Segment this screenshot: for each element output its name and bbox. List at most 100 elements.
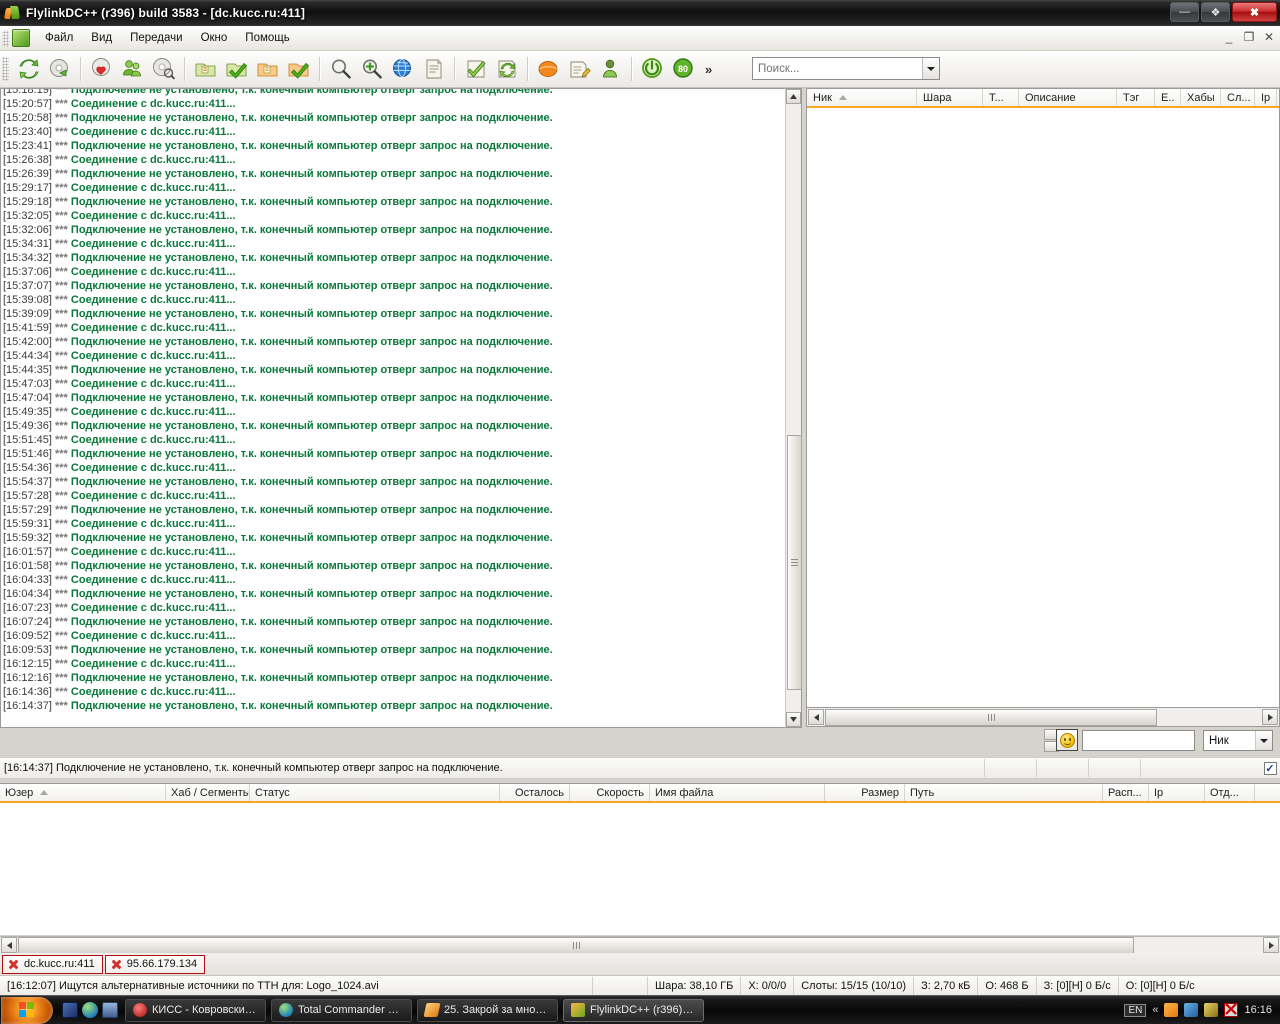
chat-stars: ***: [51, 196, 71, 208]
restore-button[interactable]: ❖: [1201, 2, 1230, 22]
sort-ascending-icon: [838, 95, 847, 100]
chat-stars: ***: [51, 294, 71, 306]
scroll-left-button[interactable]: [1, 937, 17, 953]
recent-hubs-button[interactable]: [148, 54, 179, 85]
reconnect-button[interactable]: [13, 54, 44, 85]
system-log-button[interactable]: [564, 54, 595, 85]
limiter-button[interactable]: [637, 54, 668, 85]
menu-item-view[interactable]: Вид: [82, 28, 121, 48]
user-list-horizontal-scrollbar[interactable]: [806, 707, 1280, 727]
chat-log[interactable]: [15:18:19] *** Подключение не установлен…: [0, 88, 785, 728]
transfer-list[interactable]: Юзер Хаб / Сегменты Статус Осталось Скорость…: [0, 783, 1280, 935]
user-column-header[interactable]: Т...: [983, 89, 1019, 106]
user-hscroll-thumb[interactable]: [825, 708, 1157, 726]
language-indicator[interactable]: EN: [1124, 1003, 1147, 1017]
chevron-left-icon[interactable]: «: [1152, 1004, 1158, 1016]
taskbar-item[interactable]: КИСС - Ковровские и...: [125, 998, 266, 1022]
user-list[interactable]: НикШараТ...ОписаниеТэгЕ..ХабыСл...IpП: [806, 88, 1280, 708]
transfer-column-header[interactable]: Хаб / Сегменты: [166, 784, 250, 801]
user-column-header[interactable]: Ник: [807, 89, 917, 106]
transfer-column-header[interactable]: Отд...: [1205, 784, 1255, 801]
transfer-column-header[interactable]: Юзер: [0, 784, 166, 801]
menu-item-help[interactable]: Помощь: [236, 28, 298, 48]
show-userlist-checkbox[interactable]: ✓: [1263, 761, 1277, 775]
tray-network-icon[interactable]: [1184, 1003, 1199, 1017]
open-file-list-button[interactable]: [418, 54, 449, 85]
speed-limit-button[interactable]: 80: [668, 54, 699, 85]
notepad-button[interactable]: [533, 54, 564, 85]
menu-drag-grip[interactable]: [2, 29, 9, 47]
transfer-column-header[interactable]: Статус: [250, 784, 500, 801]
user-column-header[interactable]: Ip: [1255, 89, 1277, 106]
mdi-restore-button[interactable]: ❐: [1242, 30, 1256, 44]
menu-item-transfers[interactable]: Передачи: [121, 28, 191, 48]
chat-vertical-scrollbar[interactable]: [785, 88, 802, 728]
transfer-column-header[interactable]: Имя файла: [650, 784, 825, 801]
search-dropdown-button[interactable]: [922, 58, 939, 79]
transfer-column-header[interactable]: Ip: [1149, 784, 1205, 801]
transfer-hscroll-track[interactable]: [18, 936, 1262, 954]
refresh-share-button[interactable]: [491, 54, 522, 85]
quick-launch-browser-icon[interactable]: [82, 1002, 98, 1018]
search-spy-button[interactable]: [387, 54, 418, 85]
search-input[interactable]: [753, 59, 922, 78]
transfer-column-header[interactable]: Расп...: [1103, 784, 1149, 801]
menu-item-file[interactable]: Файл: [36, 28, 82, 48]
user-column-header[interactable]: Хабы: [1181, 89, 1221, 106]
taskbar-item[interactable]: 25. Закрой за мной д...: [417, 998, 558, 1022]
finished-uploads-button[interactable]: [283, 54, 314, 85]
chat-scroll-thumb[interactable]: [787, 435, 802, 690]
toolbar-drag-grip[interactable]: [2, 57, 9, 81]
app-menu-icon[interactable]: [12, 29, 30, 47]
user-column-header[interactable]: Сл...: [1221, 89, 1255, 106]
scroll-down-button[interactable]: [786, 712, 801, 727]
nick-dropdown-button[interactable]: [1255, 731, 1272, 750]
follow-redirect-button[interactable]: [44, 54, 75, 85]
search-button[interactable]: [325, 54, 356, 85]
upload-queue-button[interactable]: [252, 54, 283, 85]
download-queue-button[interactable]: [190, 54, 221, 85]
user-column-header[interactable]: Тэг: [1117, 89, 1155, 106]
away-button[interactable]: [595, 54, 626, 85]
public-hubs-button[interactable]: [117, 54, 148, 85]
close-button[interactable]: ✖: [1232, 2, 1277, 22]
quick-launch-save-icon[interactable]: [102, 1002, 118, 1018]
message-input[interactable]: [1082, 730, 1195, 751]
search-box[interactable]: [752, 57, 940, 80]
scroll-up-button[interactable]: [786, 89, 801, 104]
transfer-column-header[interactable]: Размер: [825, 784, 905, 801]
quick-launch-media-icon[interactable]: [62, 1002, 78, 1018]
taskbar-item[interactable]: FlylinkDC++ (r396) bu...: [563, 998, 704, 1022]
scroll-left-button[interactable]: [808, 709, 824, 725]
hub-tab[interactable]: 95.66.179.134: [104, 954, 206, 974]
scroll-right-button[interactable]: [1262, 709, 1278, 725]
mdi-minimize-button[interactable]: _: [1222, 30, 1236, 44]
favorite-hubs-button[interactable]: [86, 54, 117, 85]
scroll-right-button[interactable]: [1263, 937, 1279, 953]
emoticon-button[interactable]: [1056, 729, 1078, 751]
settings-button[interactable]: [460, 54, 491, 85]
transfer-horizontal-scrollbar[interactable]: [0, 936, 1280, 954]
finished-downloads-button[interactable]: [221, 54, 252, 85]
minimize-button[interactable]: —: [1170, 2, 1199, 22]
user-column-header[interactable]: Е..: [1155, 89, 1181, 106]
user-column-header[interactable]: Описание: [1019, 89, 1117, 106]
tray-warning-icon[interactable]: [1204, 1003, 1219, 1017]
user-hscroll-track[interactable]: [825, 708, 1261, 726]
transfer-column-header[interactable]: Осталось: [500, 784, 570, 801]
user-column-header[interactable]: Шара: [917, 89, 983, 106]
adl-search-button[interactable]: [356, 54, 387, 85]
taskbar-item[interactable]: Total Commander 7.0 ...: [271, 998, 412, 1022]
tray-disconnect-icon[interactable]: [1224, 1003, 1239, 1017]
transfer-column-header[interactable]: Путь: [905, 784, 1103, 801]
toolbar-overflow-button[interactable]: »: [705, 62, 712, 77]
nick-combo[interactable]: Ник: [1203, 730, 1273, 751]
tray-clock[interactable]: 16:16: [1244, 1004, 1272, 1016]
tray-flylink-icon[interactable]: [1164, 1003, 1179, 1017]
transfer-hscroll-thumb[interactable]: [18, 936, 1134, 954]
hub-tab[interactable]: dc.kucc.ru:411: [2, 954, 103, 974]
menu-item-window[interactable]: Окно: [192, 28, 237, 48]
start-button[interactable]: [1, 996, 53, 1024]
transfer-column-header[interactable]: Скорость: [570, 784, 650, 801]
mdi-close-button[interactable]: ✕: [1262, 30, 1276, 44]
